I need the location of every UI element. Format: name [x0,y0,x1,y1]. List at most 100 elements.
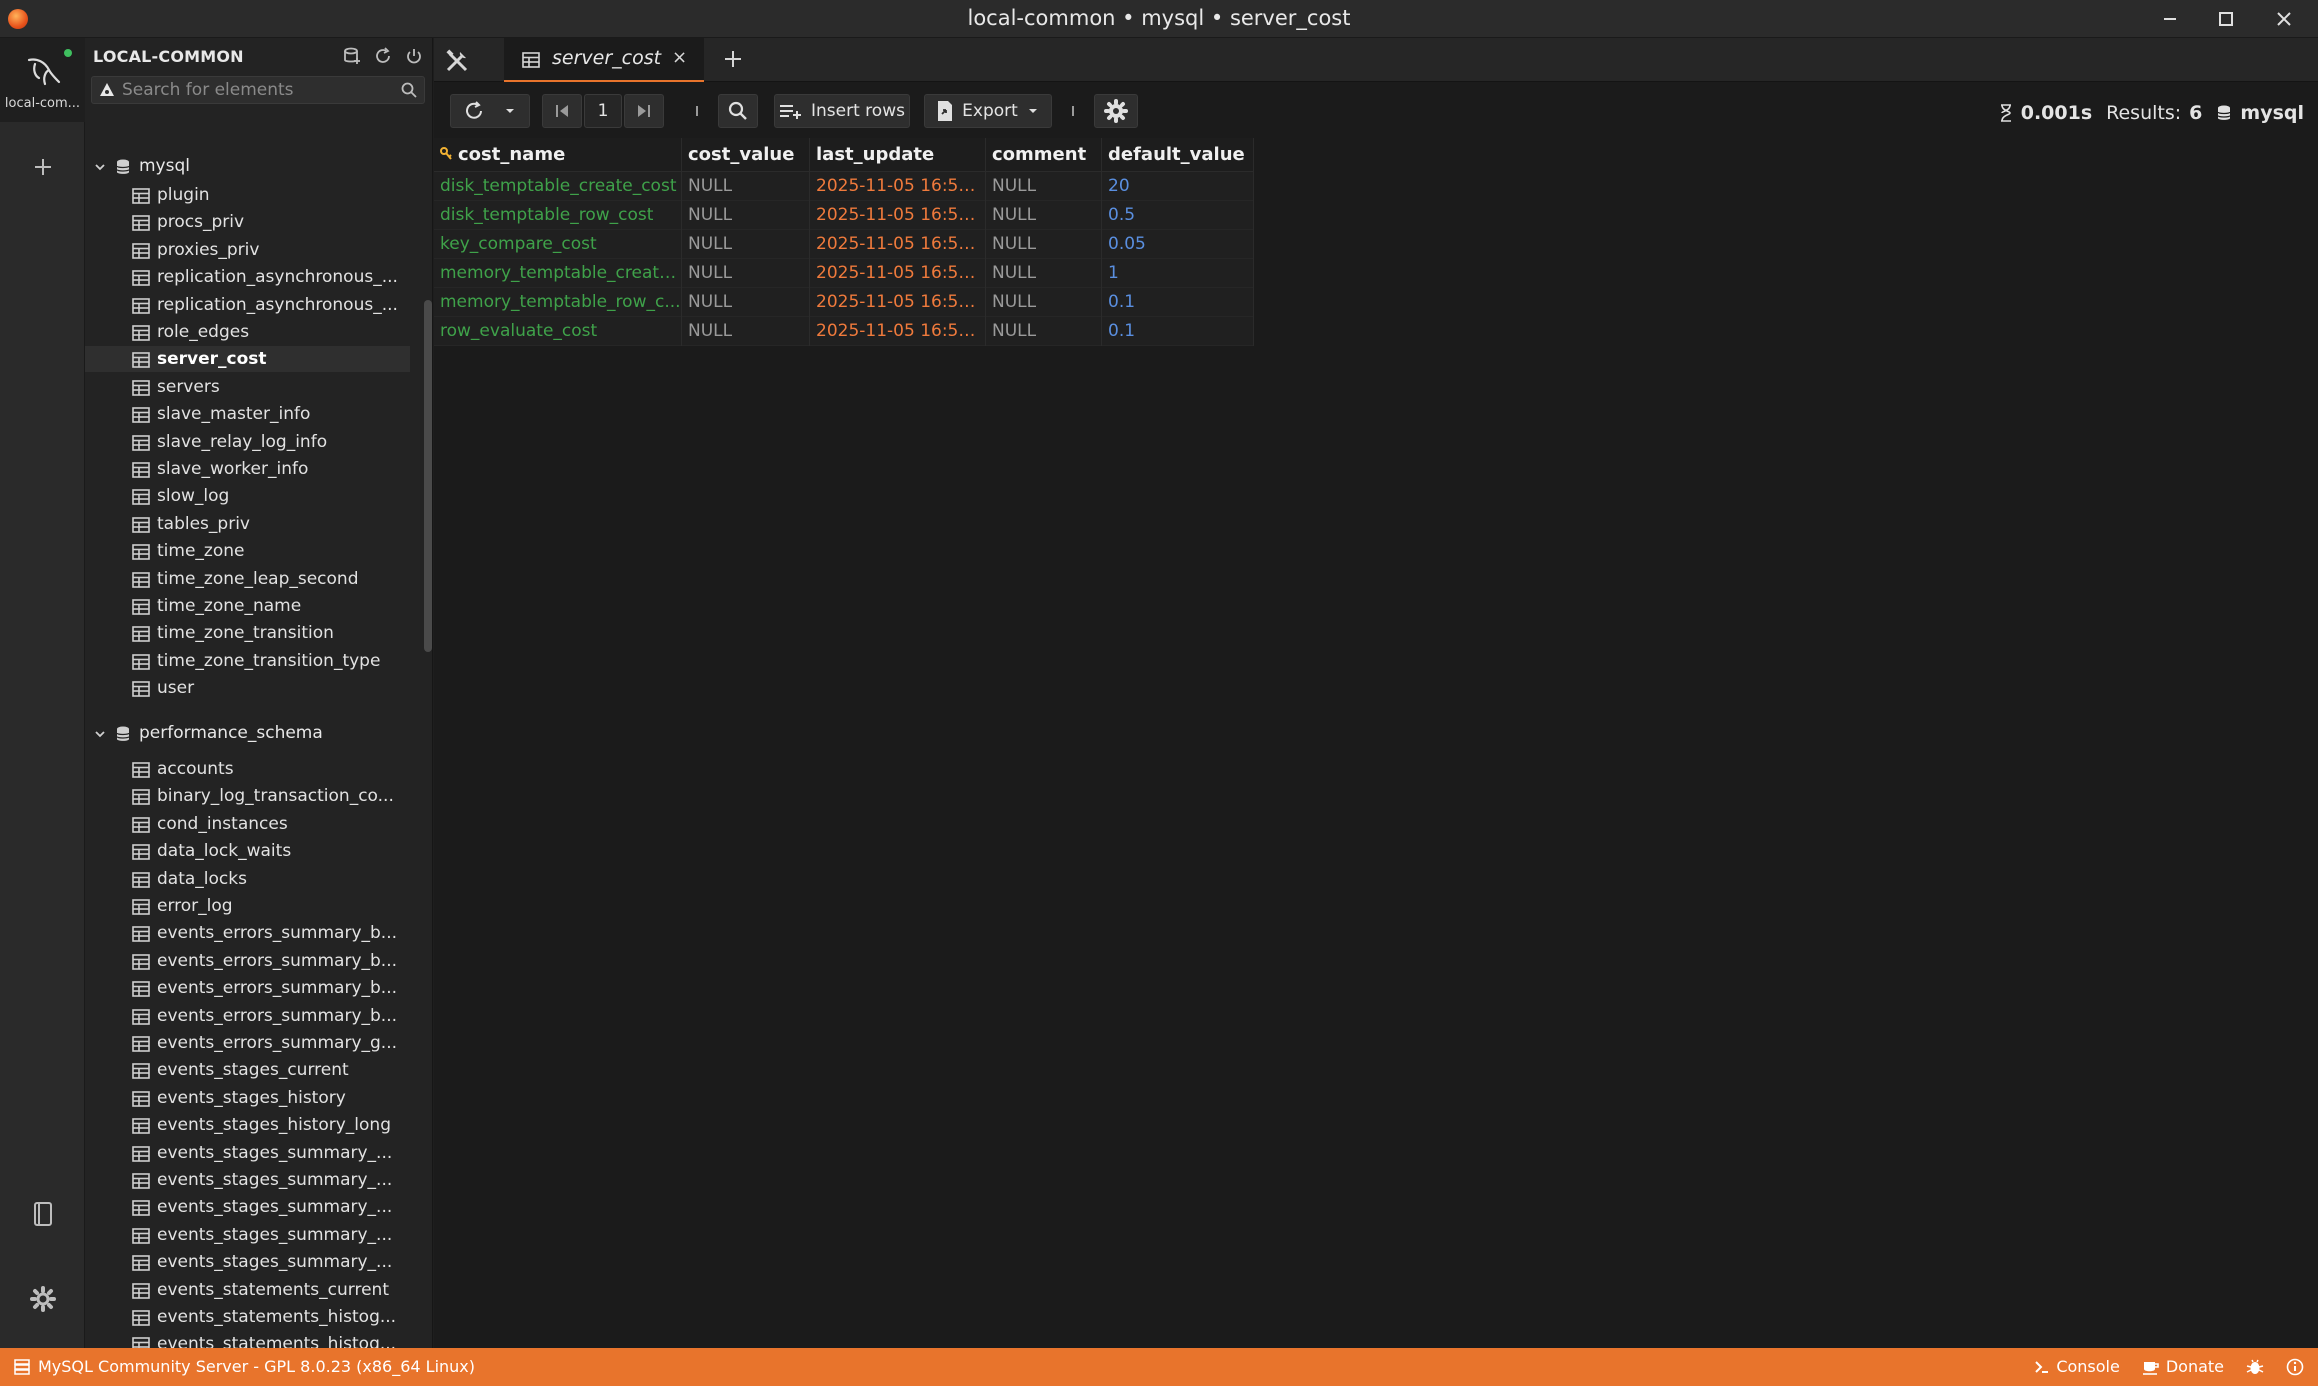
table-node[interactable]: events_errors_summary_b... [85,948,410,974]
connection-tab[interactable]: local-com... [0,38,85,122]
table-node[interactable]: events_errors_summary_g... [85,1030,410,1056]
table-node[interactable]: events_stages_current [85,1057,410,1083]
table-node[interactable]: slave_worker_info [85,456,410,482]
last-page-button[interactable] [624,94,664,128]
table-cell[interactable]: disk_temptable_create_cost [434,172,682,201]
table-node[interactable]: slave_master_info [85,401,410,427]
table-cell[interactable]: NULL [986,172,1102,201]
table-node[interactable]: events_statements_histog... [85,1331,410,1348]
settings-button[interactable] [0,1285,85,1313]
table-node[interactable]: events_stages_history [85,1085,410,1111]
table-cell[interactable]: NULL [986,201,1102,230]
table-cell[interactable]: key_compare_cost [434,230,682,259]
report-bug-button[interactable] [2246,1358,2264,1376]
table-cell[interactable]: NULL [986,259,1102,288]
table-node[interactable]: events_errors_summary_b... [85,920,410,946]
table-cell[interactable]: 2025-11-05 16:55:22 [810,317,986,346]
table-cell[interactable]: NULL [682,317,810,346]
table-node[interactable]: replication_asynchronous_... [85,292,410,318]
table-node[interactable]: server_cost [85,346,410,373]
table-cell[interactable]: 0.1 [1102,317,1254,346]
table-cell[interactable]: 20 [1102,172,1254,201]
table-node[interactable]: binary_log_transaction_co... [85,783,410,809]
maximize-button[interactable] [2198,0,2254,38]
new-tab-button[interactable] [722,48,744,74]
table-cell[interactable]: memory_temptable_create... [434,259,682,288]
table-cell[interactable]: 2025-11-05 16:55:22 [810,288,986,317]
table-node[interactable]: tables_priv [85,511,410,537]
search-button[interactable] [718,94,758,128]
table-cell[interactable]: NULL [682,288,810,317]
table-node[interactable]: time_zone_leap_second [85,566,410,592]
table-cell[interactable]: NULL [682,172,810,201]
table-node[interactable]: accounts [85,756,410,782]
donate-button[interactable]: Donate [2142,1357,2224,1376]
refresh-button[interactable] [450,94,530,128]
disconnect-button[interactable] [403,45,425,67]
table-node[interactable]: events_errors_summary_b... [85,1003,410,1029]
table-node[interactable]: slave_relay_log_info [85,429,410,455]
column-header[interactable]: default_value [1102,138,1254,172]
table-cell[interactable]: 2025-11-05 16:55:22 [810,259,986,288]
table-node[interactable]: plugin [85,182,410,208]
table-node[interactable]: slow_log [85,483,410,509]
insert-rows-button[interactable]: Insert rows [774,94,910,128]
column-header[interactable]: comment [986,138,1102,172]
notebook-button[interactable] [0,1200,85,1228]
table-node[interactable]: user [85,675,410,701]
table-cell[interactable]: memory_temptable_row_c... [434,288,682,317]
first-page-button[interactable] [542,94,582,128]
minimize-button[interactable] [2142,0,2198,38]
table-node[interactable]: data_lock_waits [85,838,410,864]
add-connection-button[interactable] [0,156,85,178]
table-node[interactable]: replication_asynchronous_... [85,264,410,290]
export-button[interactable]: Export [924,94,1052,128]
table-node[interactable]: time_zone [85,538,410,564]
table-settings-button[interactable] [1094,94,1138,128]
table-cell[interactable]: NULL [986,230,1102,259]
table-cell[interactable]: NULL [986,317,1102,346]
table-node[interactable]: procs_priv [85,209,410,235]
table-node[interactable]: time_zone_name [85,593,410,619]
page-number-input[interactable]: 1 [584,94,622,128]
table-cell[interactable]: 0.05 [1102,230,1254,259]
table-cell[interactable]: 0.5 [1102,201,1254,230]
table-node[interactable]: events_statements_histog... [85,1304,410,1330]
column-header[interactable]: cost_name [434,138,682,172]
tools-button[interactable] [444,48,470,78]
table-cell[interactable]: 0.1 [1102,288,1254,317]
close-window-button[interactable] [2256,0,2312,38]
search-input[interactable] [122,79,392,101]
table-node[interactable]: events_errors_summary_b... [85,975,410,1001]
table-cell[interactable]: NULL [682,230,810,259]
table-node[interactable]: events_stages_summary_... [85,1194,410,1220]
table-cell[interactable]: 2025-11-05 16:55:22 [810,230,986,259]
table-cell[interactable]: 1 [1102,259,1254,288]
table-cell[interactable]: disk_temptable_row_cost [434,201,682,230]
table-node[interactable]: events_stages_summary_... [85,1140,410,1166]
table-node[interactable]: error_log [85,893,410,919]
about-button[interactable] [2286,1358,2304,1376]
table-node[interactable]: cond_instances [85,811,410,837]
schema-node[interactable]: mysql [85,154,425,180]
filter-icon[interactable] [98,81,116,99]
column-header[interactable]: cost_value [682,138,810,172]
table-node[interactable]: events_statements_current [85,1277,410,1303]
column-header[interactable]: last_update [810,138,986,172]
table-node[interactable]: events_stages_summary_... [85,1249,410,1275]
table-node[interactable]: time_zone_transition_type [85,648,410,674]
table-node[interactable]: servers [85,374,410,400]
table-node[interactable]: role_edges [85,319,410,345]
table-cell[interactable]: row_evaluate_cost [434,317,682,346]
table-node[interactable]: proxies_priv [85,237,410,263]
sidebar-scrollbar[interactable] [424,300,432,652]
close-tab-button[interactable]: × [672,47,687,68]
table-node[interactable]: time_zone_transition [85,620,410,646]
table-cell[interactable]: NULL [682,259,810,288]
table-cell[interactable]: NULL [682,201,810,230]
table-node[interactable]: data_locks [85,866,410,892]
table-node[interactable]: events_stages_summary_... [85,1167,410,1193]
table-cell[interactable]: NULL [986,288,1102,317]
schema-node[interactable]: performance_schema [85,721,425,747]
table-cell[interactable]: 2025-11-05 16:55:22 [810,172,986,201]
